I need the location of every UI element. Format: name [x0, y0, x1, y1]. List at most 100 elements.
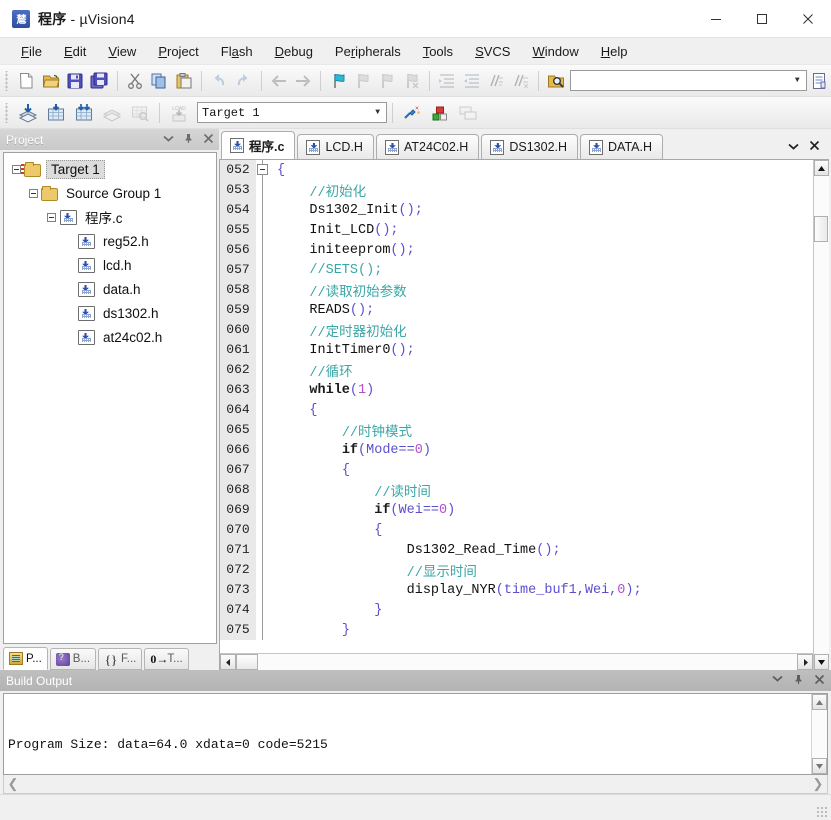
tree-item-source-group-1[interactable]: Source Group 1 — [4, 181, 216, 205]
expander-icon[interactable] — [29, 188, 38, 198]
scroll-down-button[interactable] — [814, 654, 829, 670]
tree-item-header-at24c02[interactable]: at24c02.h — [4, 325, 216, 349]
pin-icon[interactable] — [793, 674, 804, 688]
back-icon[interactable] — [267, 68, 291, 94]
translate-icon[interactable] — [14, 100, 42, 126]
rebuild-all-icon[interactable] — [70, 100, 98, 126]
open-file-icon[interactable] — [38, 68, 62, 94]
chevron-down-icon[interactable]: ▼ — [367, 108, 382, 117]
tab-functions[interactable]: {} F... — [98, 648, 143, 670]
editor-tab-data-h[interactable]: DATA.H — [580, 134, 664, 159]
bookmark-clear-icon[interactable] — [400, 68, 424, 94]
code-line[interactable]: 059 READS(); — [220, 300, 813, 320]
code-line[interactable]: 057 //SETS(); — [220, 260, 813, 280]
save-all-icon[interactable] — [87, 68, 111, 94]
project-tree[interactable]: Target 1 Source Group 1 程序.c reg52.h lcd… — [3, 152, 217, 644]
tree-item-header-reg52[interactable]: reg52.h — [4, 229, 216, 253]
editor-tab-ds1302-h[interactable]: DS1302.H — [481, 134, 579, 159]
configure-icon[interactable] — [807, 68, 831, 94]
code-editor[interactable]: 052{053 //初始化 054 Ds1302_Init(); 055 Init_… — [219, 160, 829, 670]
menu-peripherals[interactable]: Peripherals — [324, 40, 412, 63]
code-line[interactable]: 064 { — [220, 400, 813, 420]
code-line[interactable]: 056 initeeprom(); — [220, 240, 813, 260]
tab-books[interactable]: B... — [49, 648, 97, 670]
editor-horizontal-scrollbar[interactable] — [220, 653, 813, 670]
resize-grip-icon[interactable] — [816, 806, 828, 818]
build-horizontal-scrollbar[interactable]: ❮ ❯ — [3, 775, 828, 794]
comment-icon[interactable] — [484, 68, 508, 94]
code-line[interactable]: 068 //读时间 — [220, 480, 813, 501]
code-line[interactable]: 060 //定时器初始化 — [220, 320, 813, 341]
menu-project[interactable]: Project — [147, 40, 209, 63]
target-select[interactable]: Target 1 ▼ — [197, 102, 387, 123]
tree-item-source-file[interactable]: 程序.c — [4, 205, 216, 229]
fold-toggle-icon[interactable] — [256, 160, 271, 180]
editor-vertical-scrollbar[interactable] — [813, 160, 829, 670]
scroll-right-button[interactable] — [797, 654, 813, 670]
code-line[interactable]: 066 if(Mode==0) — [220, 440, 813, 460]
menu-tools[interactable]: Tools — [412, 40, 464, 63]
scroll-up-button[interactable] — [814, 160, 829, 176]
search-combo[interactable]: ▼ — [570, 70, 807, 91]
tab-project[interactable]: P... — [3, 647, 48, 670]
code-line[interactable]: 061 InitTimer0(); — [220, 340, 813, 360]
build-scroll-up-button[interactable] — [812, 694, 827, 710]
target-options-icon[interactable] — [398, 100, 426, 126]
save-icon[interactable] — [63, 68, 87, 94]
tree-item-header-ds1302[interactable]: ds1302.h — [4, 301, 216, 325]
expander-icon[interactable] — [12, 164, 21, 174]
scroll-left-button[interactable] — [220, 654, 236, 670]
editor-tab-lcd-h[interactable]: LCD.H — [297, 134, 374, 159]
build-output-body[interactable]: Program Size: data=64.0 xdata=0 code=521… — [3, 693, 828, 775]
menu-view[interactable]: View — [97, 40, 147, 63]
tab-templates[interactable]: 0→ T... — [144, 648, 189, 670]
tree-item-header-lcd[interactable]: lcd.h — [4, 253, 216, 277]
maximize-button[interactable] — [739, 0, 785, 38]
code-line[interactable]: 065 //时钟模式 — [220, 420, 813, 441]
stop-build-icon[interactable] — [126, 100, 154, 126]
editor-tab-main-c[interactable]: 程序.c — [221, 131, 296, 159]
hscroll-thumb[interactable] — [236, 654, 258, 670]
code-line[interactable]: 052 { — [220, 160, 813, 180]
code-line[interactable]: 067 { — [220, 460, 813, 480]
code-line[interactable]: 058 //读取初始参数 — [220, 280, 813, 301]
code-line[interactable]: 071 Ds1302_Read_Time(); — [220, 540, 813, 560]
toolbar-grip[interactable] — [4, 70, 11, 91]
close-icon[interactable] — [203, 133, 214, 147]
code-line[interactable]: 075 } — [220, 620, 813, 640]
bookmark-prev-icon[interactable] — [351, 68, 375, 94]
vscroll-thumb[interactable] — [814, 216, 828, 242]
bookmark-next-icon[interactable] — [375, 68, 399, 94]
new-file-icon[interactable] — [14, 68, 38, 94]
paste-icon[interactable] — [171, 68, 195, 94]
indent-icon[interactable] — [435, 68, 459, 94]
outdent-icon[interactable] — [460, 68, 484, 94]
tab-close-icon[interactable] — [809, 140, 820, 154]
hscroll-track[interactable] — [236, 654, 797, 670]
undo-icon[interactable] — [207, 68, 231, 94]
build-scroll-down-button[interactable] — [812, 758, 827, 774]
close-icon[interactable] — [814, 674, 825, 688]
code-line[interactable]: 055 Init_LCD(); — [220, 220, 813, 240]
menu-file[interactable]: File — [10, 40, 53, 63]
dropdown-icon[interactable] — [772, 674, 783, 688]
vscroll-track[interactable] — [814, 176, 829, 654]
menu-svcs[interactable]: SVCS — [464, 40, 521, 63]
uncomment-icon[interactable] — [508, 68, 532, 94]
build-vscroll-track[interactable] — [812, 710, 827, 758]
build-scroll-right-icon[interactable]: ❯ — [809, 776, 827, 792]
find-in-files-icon[interactable] — [544, 68, 568, 94]
code-line[interactable]: 062 //循环 — [220, 360, 813, 381]
build-scroll-left-icon[interactable]: ❮ — [4, 776, 22, 792]
multi-project-icon[interactable] — [454, 100, 482, 126]
cut-icon[interactable] — [123, 68, 147, 94]
batch-build-icon[interactable] — [98, 100, 126, 126]
editor-tab-at24c02-h[interactable]: AT24C02.H — [375, 134, 480, 159]
code-line[interactable]: 063 while(1) — [220, 380, 813, 400]
build-target-icon[interactable] — [42, 100, 70, 126]
tree-item-target-1[interactable]: Target 1 — [4, 157, 216, 181]
build-vertical-scrollbar[interactable] — [811, 694, 827, 774]
code-line[interactable]: 069 if(Wei==0) — [220, 500, 813, 520]
download-icon[interactable]: LOAD — [165, 100, 193, 126]
close-button[interactable] — [785, 0, 831, 38]
